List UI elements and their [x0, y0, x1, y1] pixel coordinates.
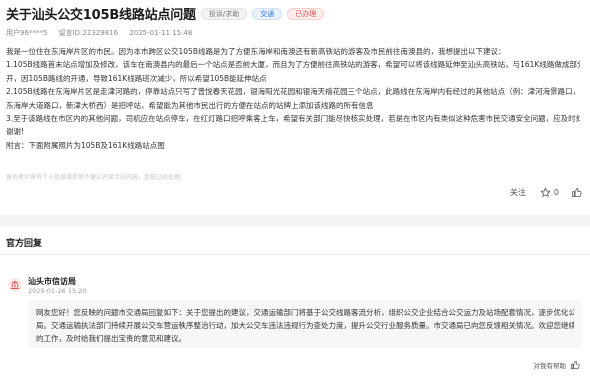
post-meta: 用户96****5 留言ID:22329816 2025-01-11 15:48: [6, 28, 201, 38]
post-title-row: 关于汕头公交105B线路站点问题 投诉/求助 交通 已办理: [6, 4, 325, 23]
reply-body-line: 网友您好！您反映的问题市交通局回复如下：关于您提出的建议，交通运输部门将基于公交…: [36, 308, 574, 317]
reply-body-line: 的工作，及时给我们提出宝贵的意见和建议。: [36, 334, 186, 343]
tag-complaint[interactable]: 投诉/求助: [200, 7, 248, 20]
reply-content: 网友您好！您反映的问题市交通局回复如下：关于您提出的建议，交通运输部门将基于公交…: [28, 300, 582, 348]
post-body-line[interactable]: 附言：下面附属照片为105B及161K线路站点图: [6, 139, 580, 152]
official-reply-heading: 官方回复: [6, 239, 43, 249]
star-icon[interactable]: [540, 187, 551, 198]
follow-button[interactable]: 关注: [510, 187, 526, 198]
tag-traffic[interactable]: 交通: [252, 7, 283, 20]
post-body-line: 1.105B线路首末站点增加及修改，该车在南澳县内的最后一个站点是否前大厦，而且…: [6, 60, 580, 70]
heading-divider: [0, 254, 590, 255]
post-actions: 关注 0: [510, 187, 582, 198]
post-user: 用户96****5: [6, 29, 48, 37]
post-body-line: 我是一位住在东海岸片区的市民。因为本市跨区公交105B线路是为了方便东海岸和南澳…: [6, 47, 506, 56]
tag-status-handled: 已办理: [287, 7, 325, 20]
post-title: 关于汕头公交105B线路站点问题: [6, 8, 196, 23]
post-body-line: 3.至于该路线在市区内的其他问题，司机应在站点停车，在红灯路口招呼乘客上车，希望…: [6, 114, 580, 124]
reply-body-line: 局。交通运输执法部门持续开展公交车营运秩序整治行动，加大公交车违法违规行为查处力…: [36, 321, 574, 330]
post-body-line: 谢谢!: [6, 127, 25, 137]
building-icon: [8, 278, 22, 292]
thumbs-up-icon[interactable]: [570, 360, 580, 370]
thumbs-up-icon[interactable]: [571, 187, 582, 198]
post-body-line: 2.105B线路在东海岸片区是走津河路的，停靠站点只写了曾悦春天花园，银海阳光花…: [6, 87, 580, 97]
reply-org-name: 汕头市信访局: [28, 277, 76, 286]
privacy-note: 留言者中含有个人信息或其他不便公开显示的内容，信息已经处理。: [6, 174, 187, 181]
reply-time: 2025-01-26 15:20: [28, 287, 87, 295]
post-body-line: 东海岸大道路口，新津大桥西）是招呼站，希望能为其他市民出行的方便在站点的站牌上添…: [6, 100, 374, 110]
favorite-count: 0: [553, 188, 559, 197]
post-message-id: 留言ID:22329816: [58, 29, 119, 37]
helpful-label: 对我有帮助: [533, 362, 567, 370]
post-date: 2025-01-11 15:48: [129, 29, 193, 37]
helpful-button[interactable]: 对我有帮助: [534, 360, 581, 370]
post-body: 我是一位住在东海岸片区的市民。因为本市跨区公交105B线路是为了方便东海岸和南澳…: [6, 45, 580, 152]
post-card: 关于汕头公交105B线路站点问题 投诉/求助 交通 已办理 用户96****5 …: [0, 0, 590, 210]
post-body-line: 开，因105B路线的开通，导致161K线路班次减少，所以希望105B能延伸站点: [6, 73, 267, 83]
section-divider: [0, 215, 590, 227]
